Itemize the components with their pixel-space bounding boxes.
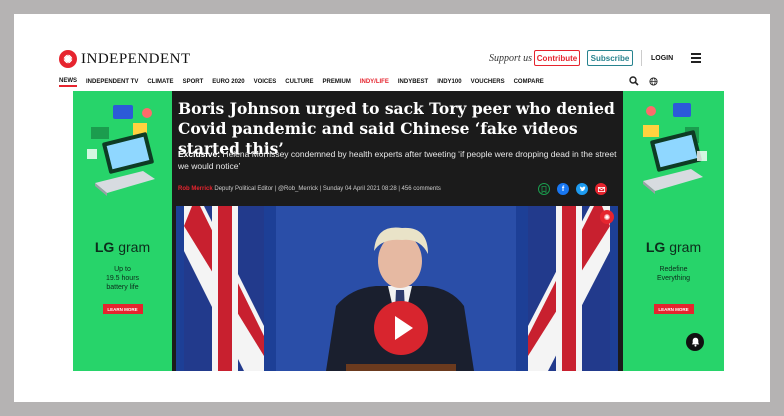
main-nav: NEWS INDEPENDENT TV CLIMATE SPORT EURO 2… bbox=[59, 76, 709, 88]
independent-eagle-video-icon: ✺ bbox=[600, 210, 614, 224]
ad-brand: LG gram bbox=[645, 239, 702, 255]
nav-item-independent-tv[interactable]: INDEPENDENT TV bbox=[86, 79, 138, 85]
login-link[interactable]: LOGIN bbox=[651, 55, 673, 62]
nav-item-indy-life[interactable]: INDY/LIFE bbox=[360, 79, 389, 85]
independent-eagle-icon: ✺ bbox=[59, 50, 77, 68]
nav-item-culture[interactable]: CULTURE bbox=[285, 79, 313, 85]
nav-item-premium[interactable]: PREMIUM bbox=[323, 79, 351, 85]
search-icon[interactable] bbox=[629, 76, 639, 86]
article-byline: Rob Merrick Deputy Political Editor | @R… bbox=[178, 186, 441, 192]
nav-item-sport[interactable]: SPORT bbox=[183, 79, 204, 85]
notification-bell-icon[interactable] bbox=[686, 333, 704, 351]
lg-gram-advert-left[interactable]: LG gram Up to 19.5 hours battery life LE… bbox=[73, 91, 172, 371]
bookmark-icon[interactable] bbox=[538, 183, 550, 195]
ad-copy: Redefine Everything bbox=[656, 266, 691, 282]
article-standfirst: Exclusive: Helena Morrissey condemned by… bbox=[178, 149, 617, 171]
globe-icon[interactable] bbox=[649, 77, 658, 86]
ad-copy: Up to 19.5 hours battery life bbox=[105, 266, 140, 291]
support-us-text: Support us bbox=[489, 53, 533, 64]
video-play-button[interactable] bbox=[374, 301, 428, 355]
article-lead: Boris Johnson urged to sack Tory peer wh… bbox=[172, 91, 623, 371]
laptop-illustration-icon bbox=[87, 105, 155, 196]
email-share-icon[interactable] bbox=[595, 183, 607, 195]
nav-item-climate[interactable]: CLIMATE bbox=[147, 79, 173, 85]
header-divider bbox=[641, 50, 642, 66]
logo-text: INDEPENDENT bbox=[81, 50, 191, 67]
site-header: ✺ INDEPENDENT Support us Contribute Subs… bbox=[59, 38, 709, 74]
nav-item-vouchers[interactable]: VOUCHERS bbox=[471, 79, 505, 85]
nav-item-news[interactable]: NEWS bbox=[59, 78, 77, 87]
nav-item-voices[interactable]: VOICES bbox=[254, 79, 277, 85]
video-player[interactable]: ✺ bbox=[176, 206, 618, 371]
lg-gram-advert-right[interactable]: LG gram Redefine Everything LEARN MORE bbox=[623, 91, 724, 371]
ad-learn-more-button[interactable]: LEARN MORE bbox=[102, 304, 143, 314]
author-link[interactable]: Rob Merrick bbox=[178, 186, 213, 192]
subscribe-button[interactable]: Subscribe bbox=[587, 50, 633, 66]
ad-brand: LG gram bbox=[94, 239, 151, 255]
twitter-share-icon[interactable] bbox=[576, 183, 588, 195]
site-logo[interactable]: ✺ INDEPENDENT bbox=[59, 50, 191, 68]
facebook-share-icon[interactable]: f bbox=[557, 183, 569, 195]
laptop-illustration-icon bbox=[643, 103, 707, 194]
hamburger-menu-icon[interactable] bbox=[691, 53, 701, 65]
ad-learn-more-button[interactable]: LEARN MORE bbox=[653, 304, 694, 314]
nav-item-euro-2020[interactable]: EURO 2020 bbox=[212, 79, 244, 85]
contribute-button[interactable]: Contribute bbox=[534, 50, 580, 66]
nav-item-indy100[interactable]: INDY100 bbox=[437, 79, 461, 85]
nav-item-indybest[interactable]: INDYBEST bbox=[398, 79, 428, 85]
nav-item-compare[interactable]: COMPARE bbox=[514, 79, 544, 85]
